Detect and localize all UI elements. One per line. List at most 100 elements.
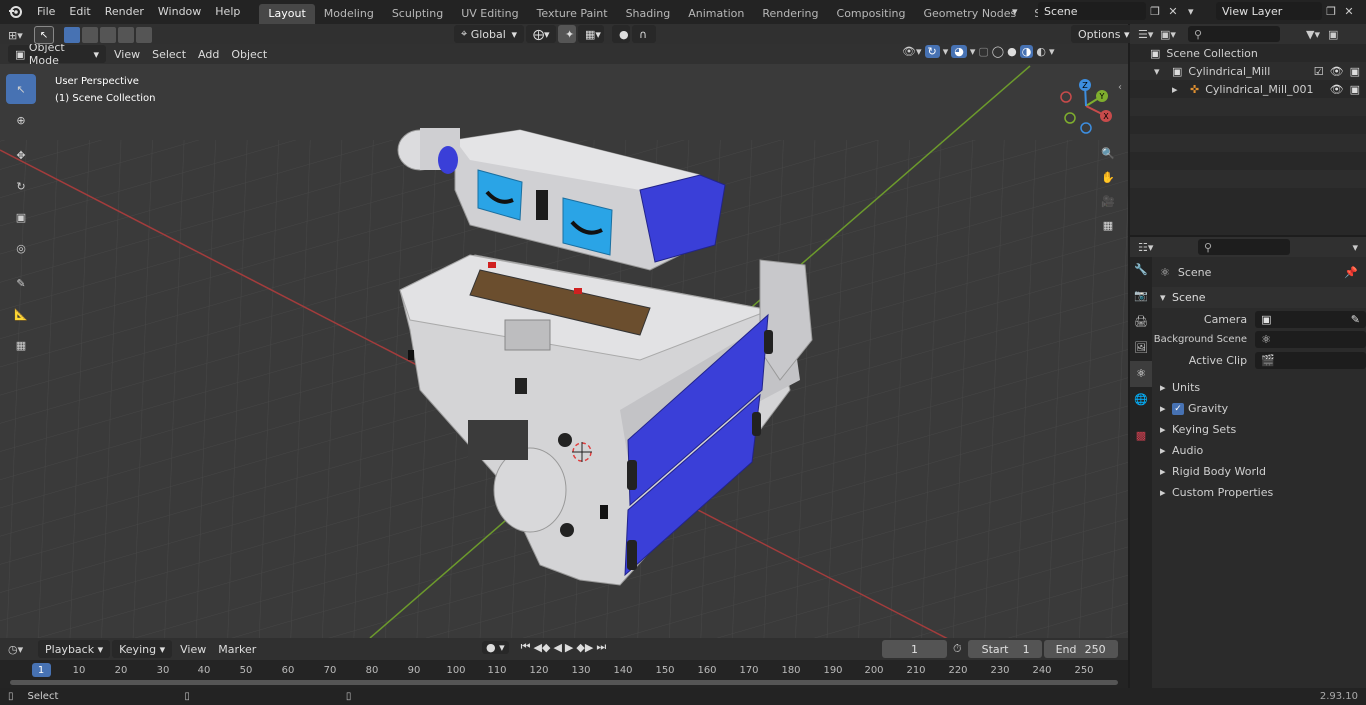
render-camera-icon[interactable]: ▣ (1350, 83, 1360, 96)
orientation-dropdown[interactable]: ⌖ Global ▾ (454, 25, 524, 43)
menu-select[interactable]: Select (146, 48, 192, 61)
rigid-body-world-panel-header[interactable]: ▸ Rigid Body World (1152, 461, 1366, 482)
tab-sculpting[interactable]: Sculpting (383, 4, 452, 24)
menu-object[interactable]: Object (225, 48, 273, 61)
visibility-eye-icon[interactable]: 👁 (1330, 65, 1344, 78)
move-tool-icon[interactable]: ✥ (6, 140, 36, 170)
view-layer-field[interactable]: View Layer (1216, 2, 1322, 20)
new-collection-icon[interactable]: ▣ (1328, 28, 1338, 41)
visibility-selector-icon[interactable]: 👁▾ (902, 45, 922, 58)
delete-view-layer-icon[interactable]: ✕ (1340, 5, 1358, 18)
blender-logo-icon[interactable] (0, 5, 30, 19)
next-keyframe-icon[interactable]: ◆▶ (576, 641, 593, 654)
background-scene-field[interactable]: ⚛ (1255, 331, 1366, 348)
scene-selector-icon[interactable]: ▾ (1012, 5, 1038, 18)
properties-options-icon[interactable]: ▾ (1352, 241, 1358, 254)
select-tool-icon[interactable]: ↖ (34, 26, 54, 44)
proportional-falloff-dropdown[interactable]: ∩ (632, 25, 656, 43)
outliner-editor-type-icon[interactable]: ☰▾ (1130, 28, 1160, 41)
start-frame-field[interactable]: Start 1 (967, 640, 1042, 658)
timeline-ruler[interactable]: 1 10 20 30 40 50 60 70 80 90 100 110 120 130 140 150 160… (0, 660, 1128, 688)
jump-start-icon[interactable]: ⏮ (521, 640, 531, 654)
gizmo-dropdown-icon[interactable]: ▾ (943, 45, 949, 58)
scene-name-field[interactable]: Scene (1038, 2, 1146, 20)
timeline-editor-type-icon[interactable]: ◷▾ (0, 643, 38, 656)
xray-toggle-icon[interactable]: ▢ (978, 45, 988, 58)
eyedropper-icon[interactable]: ✎ (1351, 313, 1360, 326)
select-mode-subtract-icon[interactable] (100, 27, 116, 43)
menu-render[interactable]: Render (98, 0, 151, 24)
select-mode-extend-icon[interactable] (82, 27, 98, 43)
outliner-row-scene-collection[interactable]: ▣ Scene Collection (1130, 44, 1366, 62)
play-icon[interactable]: ▶ (565, 641, 573, 654)
annotate-tool-icon[interactable]: ✎ (6, 268, 36, 298)
tab-geometry-nodes[interactable]: Geometry Nodes (914, 4, 1025, 24)
tool-tab-icon[interactable]: 🔧 (1130, 257, 1152, 283)
play-reverse-icon[interactable]: ◀ (553, 641, 561, 654)
gravity-checkbox[interactable]: ✓ (1172, 402, 1184, 415)
menu-edit[interactable]: Edit (62, 0, 97, 24)
texture-tab-icon[interactable]: ▩ (1130, 423, 1152, 449)
tab-layout[interactable]: Layout (259, 4, 315, 24)
perspective-toggle-icon[interactable]: ▦ (1097, 214, 1119, 238)
gravity-panel-header[interactable]: ▸ ✓ Gravity (1152, 398, 1366, 419)
exclude-checkbox-icon[interactable]: ☑ (1314, 65, 1324, 78)
transform-tool-icon[interactable]: ◎ (6, 233, 36, 263)
menu-window[interactable]: Window (151, 0, 208, 24)
scene-panel-header[interactable]: ▾ Scene (1152, 287, 1366, 308)
snap-toggle[interactable]: ✦ (558, 25, 576, 43)
stopwatch-icon[interactable]: ⏱ (953, 642, 962, 656)
tab-uv-editing[interactable]: UV Editing (452, 4, 527, 24)
shading-dropdown-icon[interactable]: ▾ (1049, 45, 1055, 58)
menu-help[interactable]: Help (208, 0, 247, 24)
menu-add[interactable]: Add (192, 48, 225, 61)
snap-dropdown[interactable]: ▦▾ (578, 25, 604, 43)
display-mode-icon[interactable]: ▣▾ (1160, 28, 1188, 41)
units-panel-header[interactable]: ▸ Units (1152, 377, 1366, 398)
scene-tab-icon[interactable]: ⚛ (1130, 361, 1152, 387)
keying-menu[interactable]: Keying ▾ (112, 640, 173, 658)
proportional-edit-toggle[interactable]: ● (612, 25, 630, 43)
jump-end-icon[interactable]: ⏭ (596, 640, 606, 654)
pin-icon[interactable]: 📌 (1344, 266, 1358, 279)
editor-type-icon[interactable]: ⊞▾ (8, 29, 34, 42)
render-tab-icon[interactable]: 📷 (1130, 283, 1152, 309)
audio-panel-header[interactable]: ▸ Audio (1152, 440, 1366, 461)
select-mode-invert-icon[interactable] (118, 27, 134, 43)
view-layer-selector-icon[interactable]: ▾ (1188, 5, 1216, 18)
overlays-dropdown-icon[interactable]: ▾ (970, 45, 976, 58)
object-mode-dropdown[interactable]: ▣ Object Mode ▾ (8, 44, 106, 67)
timeline-view-menu[interactable]: View (174, 643, 212, 656)
select-mode-new-icon[interactable] (64, 27, 80, 43)
world-tab-icon[interactable]: 🌐 (1130, 387, 1152, 413)
overlays-toggle-icon[interactable]: ◕ (951, 45, 967, 58)
output-tab-icon[interactable]: 🖨 (1130, 309, 1152, 335)
camera-view-icon[interactable]: 🎥 (1097, 190, 1119, 214)
options-dropdown[interactable]: Options ▾ (1071, 25, 1137, 43)
navigation-gizmo[interactable]: Z Y X (1056, 76, 1116, 138)
camera-field[interactable]: ▣ ✎ (1255, 311, 1366, 328)
playback-menu[interactable]: Playback ▾ (38, 640, 111, 658)
menu-view[interactable]: View (108, 48, 146, 61)
record-icon[interactable]: ● ▾ (482, 640, 509, 654)
end-frame-field[interactable]: End 250 (1043, 640, 1118, 658)
pan-hand-icon[interactable]: ✋ (1097, 166, 1119, 190)
properties-search-input[interactable]: ⚲ (1198, 239, 1290, 255)
expand-arrow-icon[interactable]: ▸ (1172, 83, 1184, 96)
marker-menu[interactable]: Marker (212, 643, 262, 656)
add-cube-tool-icon[interactable]: ▦ (6, 330, 36, 360)
wireframe-shading-icon[interactable]: ◯ (992, 45, 1004, 58)
visibility-eye-icon[interactable]: 👁 (1330, 83, 1344, 96)
tab-modeling[interactable]: Modeling (315, 4, 383, 24)
properties-editor-type-icon[interactable]: ☷▾ (1130, 241, 1170, 254)
outliner-search-input[interactable]: ⚲ (1188, 26, 1280, 42)
current-frame-field[interactable]: 1 (882, 640, 947, 658)
solid-shading-icon[interactable]: ● (1007, 45, 1017, 58)
tab-compositing[interactable]: Compositing (828, 4, 915, 24)
render-camera-icon[interactable]: ▣ (1350, 65, 1360, 78)
prev-keyframe-icon[interactable]: ◀◆ (534, 641, 551, 654)
expand-arrow-icon[interactable]: ▾ (1154, 65, 1166, 78)
active-clip-field[interactable]: 🎬 (1255, 352, 1366, 369)
material-shading-icon[interactable]: ◑ (1019, 45, 1034, 58)
select-mode-intersect-icon[interactable] (136, 27, 152, 43)
